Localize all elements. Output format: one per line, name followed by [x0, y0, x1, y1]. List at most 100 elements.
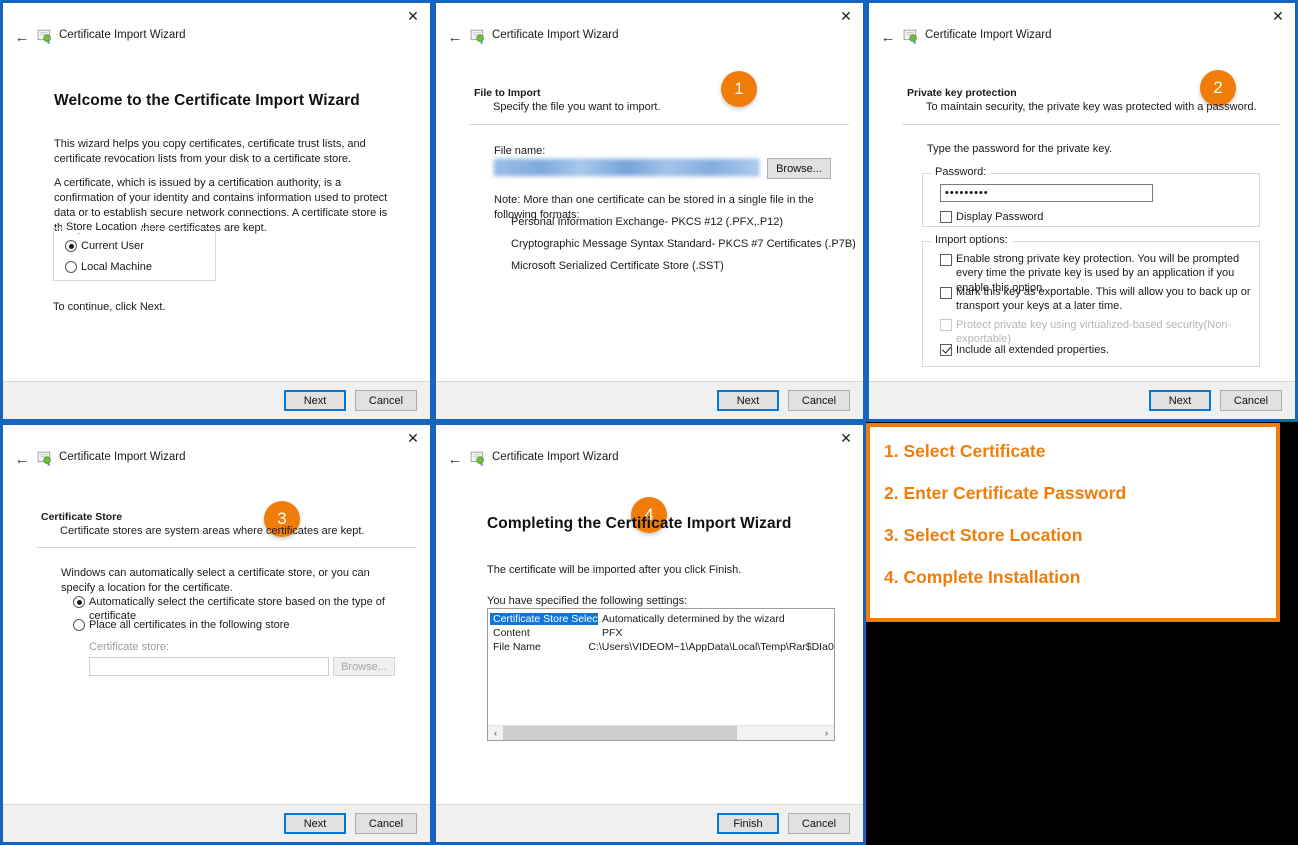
password-input[interactable]: •••••••••	[940, 184, 1153, 202]
step-subtitle: To maintain security, the private key wa…	[926, 101, 1257, 113]
legend-item-2: 2. Enter Certificate Password	[884, 483, 1127, 503]
checkbox-include-extended[interactable]	[940, 344, 952, 356]
window-title: Certificate Import Wizard	[925, 29, 1052, 41]
wizard-panel-welcome: ← Certificate Import Wizard ✕ Welcome to…	[0, 0, 433, 422]
browse-button[interactable]: Browse...	[767, 158, 831, 179]
radio-auto-store[interactable]	[73, 596, 85, 608]
back-arrow-icon[interactable]: ←	[446, 29, 464, 47]
certificate-icon	[37, 29, 51, 44]
certificate-icon	[470, 451, 484, 466]
display-password-checkbox[interactable]	[940, 211, 952, 223]
browse-store-button: Browse...	[333, 657, 395, 676]
header-divider	[902, 124, 1280, 125]
step-subtitle: Specify the file you want to import.	[493, 101, 661, 113]
step-badge-1: 1	[721, 71, 757, 107]
password-instruction: Type the password for the private key.	[927, 143, 1113, 155]
window-title: Certificate Import Wizard	[492, 29, 619, 41]
table-row[interactable]: Certificate Store Selected Automatically…	[490, 612, 834, 626]
horizontal-scrollbar[interactable]: ‹ ›	[488, 725, 834, 740]
display-password-label: Display Password	[956, 211, 1044, 223]
intro-paragraph-1: This wizard helps you copy certificates,…	[54, 138, 366, 165]
back-arrow-icon[interactable]: ←	[879, 29, 897, 47]
next-button[interactable]: Next	[1149, 390, 1211, 411]
certificate-icon	[37, 451, 51, 466]
panel-body: 1 File to Import Specify the file you wa…	[436, 51, 863, 381]
setting-value: PFX	[602, 627, 623, 639]
back-arrow-icon[interactable]: ←	[13, 451, 31, 469]
footer-buttons: Next Cancel	[3, 381, 430, 419]
file-name-label: File name:	[494, 145, 546, 157]
setting-key: Content	[493, 627, 530, 639]
cancel-button[interactable]: Cancel	[788, 390, 850, 411]
wizard-panel-certificate-store: ← Certificate Import Wizard ✕ 3 Certific…	[0, 422, 433, 845]
close-icon[interactable]: ✕	[403, 429, 423, 447]
steps-legend: 1. Select Certificate 2. Enter Certifica…	[866, 423, 1280, 622]
import-options-group-title: Import options:	[931, 234, 1012, 246]
cancel-button[interactable]: Cancel	[355, 390, 417, 411]
certificate-store-input	[89, 657, 329, 676]
store-location-group-title: Store Location	[62, 221, 141, 233]
radio-local-machine[interactable]	[65, 261, 77, 273]
radio-current-user-label: Current User	[81, 240, 144, 252]
titlebar: ← Certificate Import Wizard ✕	[869, 3, 1295, 51]
footer-buttons: Next Cancel	[3, 804, 430, 842]
settings-listbox[interactable]: Certificate Store Selected Automatically…	[487, 608, 835, 741]
password-group-title: Password:	[931, 166, 991, 178]
continue-note: To continue, click Next.	[53, 301, 166, 313]
page-title: Completing the Certificate Import Wizard	[487, 515, 792, 532]
wizard-panel-file-to-import: ← Certificate Import Wizard ✕ 1 File to …	[433, 0, 866, 422]
next-button[interactable]: Next	[717, 390, 779, 411]
setting-key: File Name	[493, 641, 541, 653]
window-title: Certificate Import Wizard	[59, 451, 186, 463]
checkbox-mark-exportable[interactable]	[940, 287, 952, 299]
setting-value: C:\Users\VIDEOM~1\AppData\Local\Temp\Rar…	[588, 641, 834, 653]
checkbox-strong-protection[interactable]	[940, 254, 952, 266]
cancel-button[interactable]: Cancel	[1220, 390, 1282, 411]
certificate-icon	[903, 29, 917, 44]
checkbox-vbs-protection	[940, 319, 952, 331]
screenshot-root: ← Certificate Import Wizard ✕ Welcome to…	[0, 0, 1298, 845]
panel-body: Welcome to the Certificate Import Wizard…	[3, 51, 430, 381]
wizard-panel-private-key: ← Certificate Import Wizard ✕ 2 Private …	[866, 0, 1298, 422]
scroll-left-icon[interactable]: ‹	[488, 726, 503, 741]
window-title: Certificate Import Wizard	[492, 451, 619, 463]
step-subtitle: Certificate stores are system areas wher…	[60, 525, 365, 537]
back-arrow-icon[interactable]: ←	[13, 29, 31, 47]
certificate-store-field-label: Certificate store:	[89, 641, 170, 653]
close-icon[interactable]: ✕	[836, 429, 856, 447]
step-title: File to Import	[474, 87, 541, 99]
next-button[interactable]: Next	[284, 390, 346, 411]
scrollbar-thumb[interactable]	[503, 725, 737, 740]
cancel-button[interactable]: Cancel	[355, 813, 417, 834]
file-name-input[interactable]	[494, 159, 759, 176]
radio-local-machine-label: Local Machine	[81, 261, 152, 273]
close-icon[interactable]: ✕	[836, 7, 856, 25]
radio-current-user[interactable]	[65, 240, 77, 252]
footer-buttons: Next Cancel	[869, 381, 1295, 419]
table-row[interactable]: File Name C:\Users\VIDEOM~1\AppData\Loca…	[490, 640, 834, 654]
wizard-panel-completing: ← Certificate Import Wizard ✕ 4 Completi…	[433, 422, 866, 845]
scrollbar-track[interactable]	[503, 725, 819, 740]
back-arrow-icon[interactable]: ←	[446, 451, 464, 469]
titlebar: ← Certificate Import Wizard ✕	[436, 425, 863, 473]
header-divider	[36, 547, 416, 548]
titlebar: ← Certificate Import Wizard ✕	[3, 3, 430, 51]
settings-label: You have specified the following setting…	[487, 595, 688, 607]
window-title: Certificate Import Wizard	[59, 29, 186, 41]
format-item-1: Cryptographic Message Syntax Standard- P…	[511, 238, 856, 250]
checkbox-mark-exportable-label: Mark this key as exportable. This will a…	[956, 286, 1251, 313]
footer-buttons: Next Cancel	[436, 381, 863, 419]
header-divider	[469, 124, 849, 125]
finish-button[interactable]: Finish	[717, 813, 779, 834]
table-row[interactable]: Content PFX	[490, 626, 834, 640]
panel-body: 4 Completing the Certificate Import Wiza…	[436, 473, 863, 804]
footer-buttons: Finish Cancel	[436, 804, 863, 842]
scroll-right-icon[interactable]: ›	[819, 726, 834, 741]
legend-item-3: 3. Select Store Location	[884, 525, 1083, 545]
close-icon[interactable]: ✕	[1268, 7, 1288, 25]
finish-note: The certificate will be imported after y…	[487, 564, 742, 576]
cancel-button[interactable]: Cancel	[788, 813, 850, 834]
radio-manual-store[interactable]	[73, 619, 85, 631]
close-icon[interactable]: ✕	[403, 7, 423, 25]
next-button[interactable]: Next	[284, 813, 346, 834]
